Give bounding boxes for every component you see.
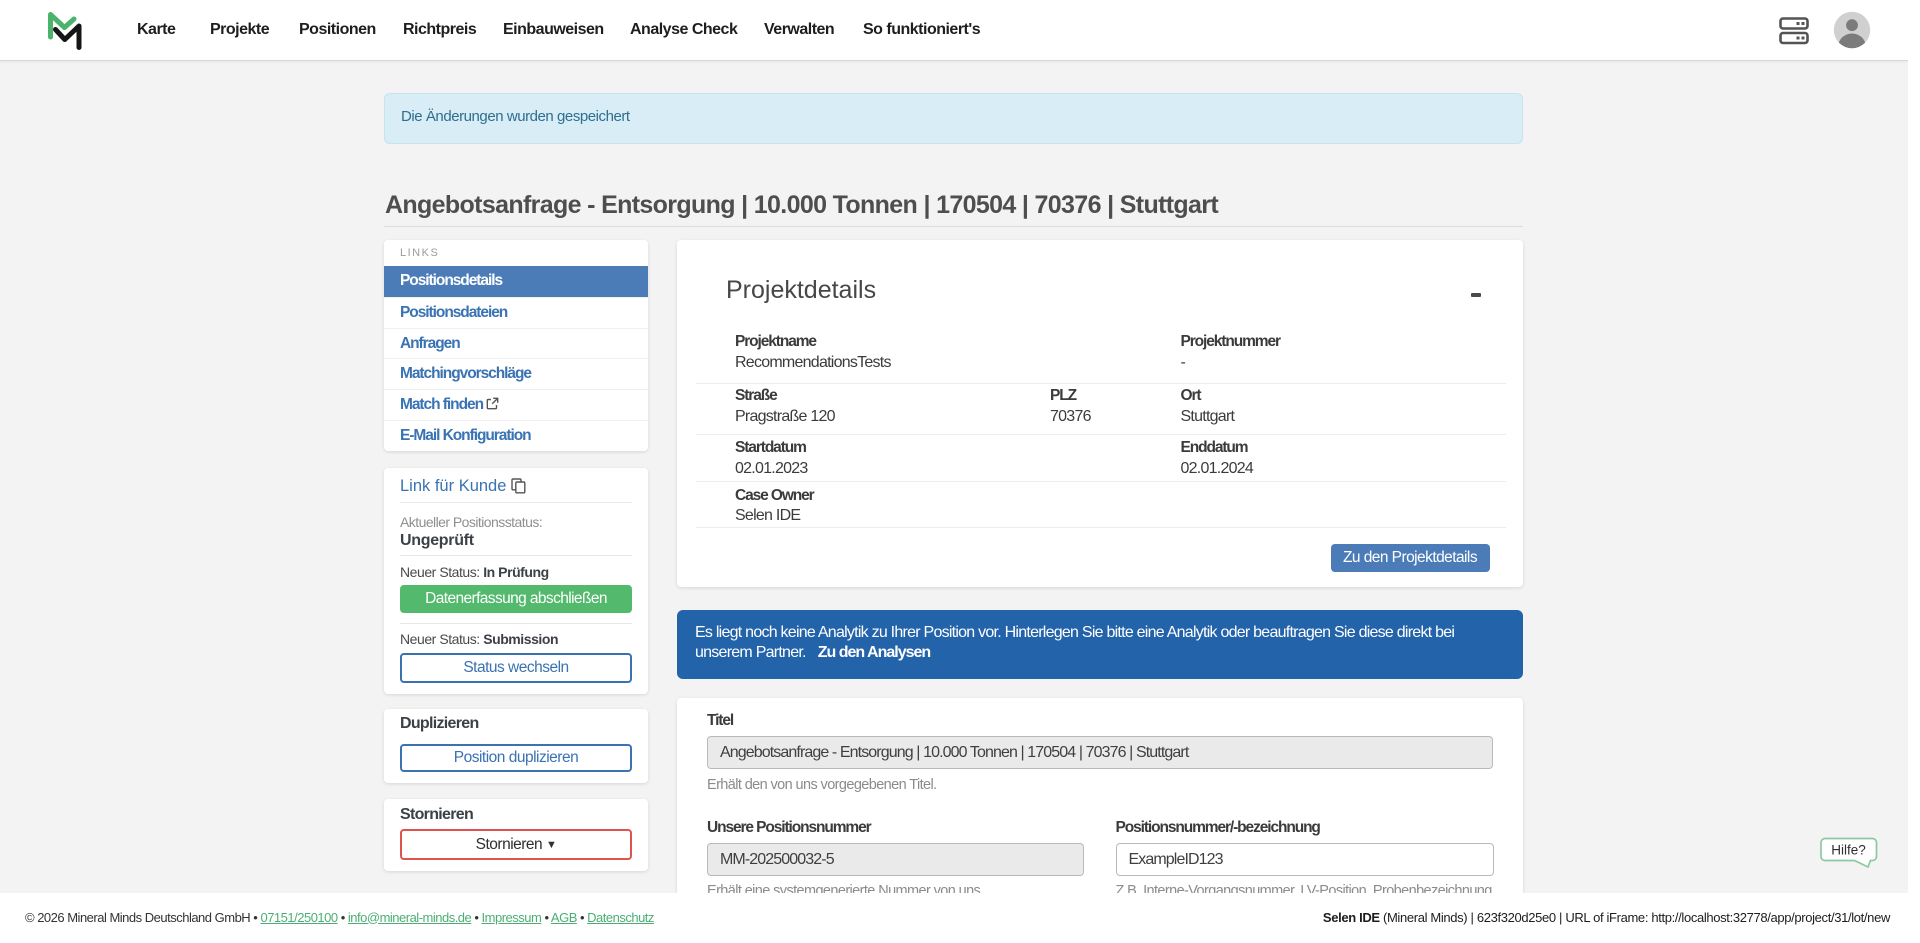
svg-text:Hilfe?: Hilfe?	[1831, 843, 1866, 858]
